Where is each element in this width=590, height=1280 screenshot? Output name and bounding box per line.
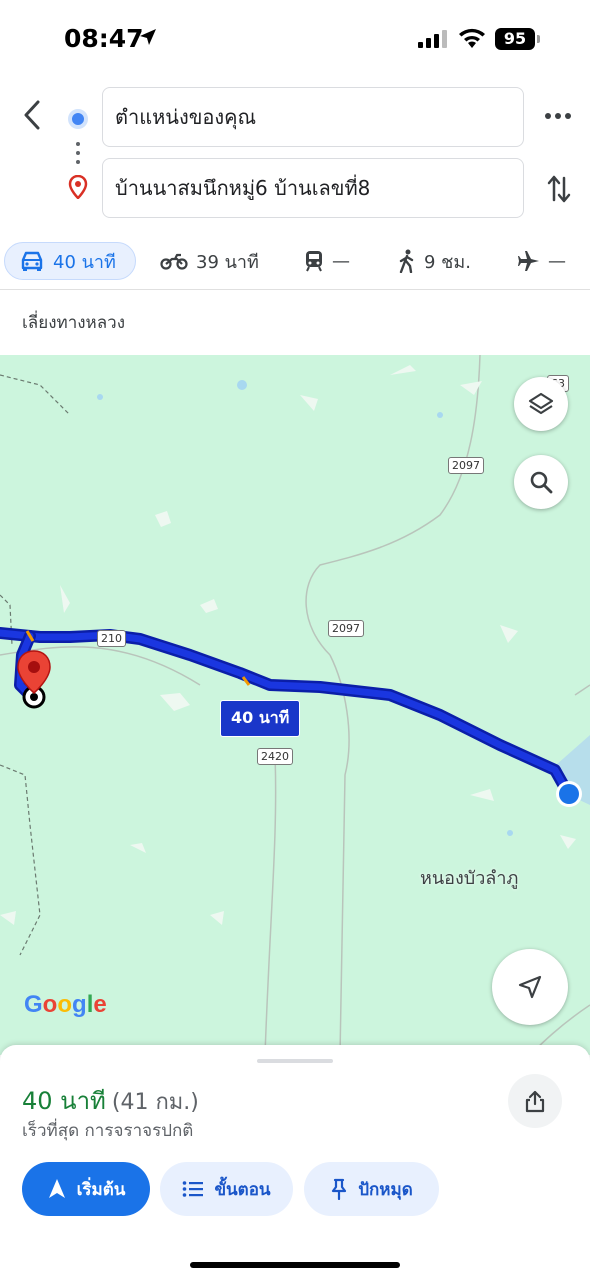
mode-label-driving: 40 นาที (53, 251, 116, 273)
mode-label-transit: — (332, 250, 350, 272)
status-time: 08:47 (64, 24, 144, 53)
flight-icon (518, 251, 539, 271)
more-options-icon[interactable] (543, 104, 573, 128)
car-icon (21, 251, 43, 271)
route-eta-bubble[interactable]: 40 นาที (220, 700, 301, 737)
list-icon (183, 1181, 204, 1197)
share-button[interactable] (508, 1074, 562, 1128)
road-shield: 2097 (328, 620, 364, 637)
mode-tab-walking[interactable]: 9 ชม. (398, 242, 471, 280)
pin-label: ปักหมุด (358, 1179, 413, 1200)
mode-tab-motorcycle[interactable]: 39 นาที (160, 242, 259, 280)
route-options-label[interactable]: เลี่ยงทางหลวง (0, 291, 590, 355)
google-logo: Google (24, 991, 107, 1018)
navigation-arrow-icon (48, 1179, 65, 1198)
motorcycle-icon (160, 253, 188, 270)
origin-field[interactable]: ตำแหน่งของคุณ (102, 87, 524, 147)
navigation-arrow-icon (518, 975, 542, 999)
location-arrow-icon (140, 29, 156, 45)
travel-mode-bar: 40 นาที 39 นาที — 9 ชม. — (0, 234, 590, 290)
share-icon (525, 1090, 545, 1113)
wifi-icon (459, 28, 485, 48)
destination-field[interactable]: บ้านนาสมนึกหมู่6 บ้านเลขที่8 (102, 158, 524, 218)
map-view[interactable]: 2097 2097 210 2420 63 40 นาที หนองบัวลำภ… (0, 355, 590, 1055)
battery-indicator: 95 (495, 28, 535, 50)
destination-pin-icon (68, 175, 88, 199)
swap-route-icon[interactable] (545, 172, 573, 206)
pin-icon (332, 1178, 347, 1200)
sheet-drag-handle[interactable] (257, 1059, 333, 1063)
route-summary-text: เร็วที่สุด การจราจรปกติ (22, 1121, 194, 1141)
back-arrow-icon[interactable] (18, 98, 48, 132)
route-duration-value: 40 นาที (22, 1087, 106, 1115)
mode-tab-flight[interactable]: — (518, 242, 566, 280)
steps-label: ขั้นตอน (214, 1179, 271, 1200)
cellular-signal-icon (418, 30, 447, 48)
start-label: เริ่มต้น (76, 1179, 126, 1200)
route-duration: 40 นาที (41 กม.) (22, 1081, 199, 1120)
mode-tab-transit[interactable]: — (304, 242, 350, 280)
layers-button[interactable] (514, 377, 568, 431)
home-indicator[interactable] (190, 1262, 400, 1268)
road-shield: 2097 (448, 457, 484, 474)
origin-dot-icon (68, 109, 88, 129)
start-navigation-button[interactable]: เริ่มต้น (22, 1162, 150, 1216)
map-place-label: หนองบัวลำภู (420, 868, 519, 889)
road-shield: 210 (97, 630, 126, 647)
route-distance: (41 กม.) (111, 1090, 199, 1115)
status-bar: 08:47 95 (0, 0, 590, 80)
mode-tab-driving[interactable]: 40 นาที (4, 242, 136, 280)
transit-icon (306, 251, 322, 272)
route-connector-dots (76, 142, 80, 169)
steps-button[interactable]: ขั้นตอน (160, 1162, 293, 1216)
layers-icon (528, 392, 554, 415)
mode-label-motorcycle: 39 นาที (196, 251, 259, 273)
route-summary-sheet: 40 นาที (41 กม.) เร็วที่สุด การจราจรปกติ … (0, 1045, 590, 1280)
search-icon (530, 471, 553, 494)
recenter-button[interactable] (492, 949, 568, 1025)
road-shield: 2420 (257, 748, 293, 765)
map-search-button[interactable] (514, 455, 568, 509)
mode-label-flight: — (548, 250, 566, 272)
battery-tip (537, 35, 540, 43)
walk-icon (399, 249, 414, 273)
mode-label-walking: 9 ชม. (424, 251, 471, 273)
pin-button[interactable]: ปักหมุด (304, 1162, 439, 1216)
